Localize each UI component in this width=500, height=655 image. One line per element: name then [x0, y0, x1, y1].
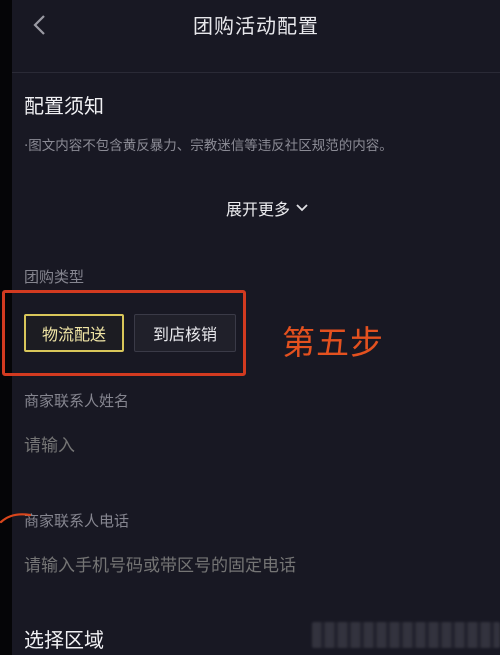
header-divider: [12, 72, 500, 73]
select-region-row[interactable]: 选择区域: [24, 624, 104, 653]
page-title: 团购活动配置: [193, 14, 319, 38]
header-bar: 团购活动配置: [12, 0, 500, 48]
chevron-down-icon: [296, 204, 308, 212]
blurred-watermark: [312, 622, 500, 648]
step-highlight-box: [2, 290, 246, 376]
notice-text: ·图文内容不包含黄反暴力、宗教迷信等违反社区规范的内容。: [24, 138, 393, 154]
contact-name-input[interactable]: [24, 436, 464, 456]
step-annotation: 第五步: [282, 323, 384, 362]
contact-phone-input[interactable]: [24, 556, 464, 576]
contact-name-label: 商家联系人姓名: [24, 392, 130, 410]
group-type-label: 团购类型: [24, 268, 85, 286]
annotation-stroke: [0, 513, 32, 524]
expand-more-label: 展开更多: [226, 200, 291, 219]
expand-more-button[interactable]: 展开更多: [226, 196, 308, 220]
notice-title: 配置须知: [24, 94, 104, 118]
